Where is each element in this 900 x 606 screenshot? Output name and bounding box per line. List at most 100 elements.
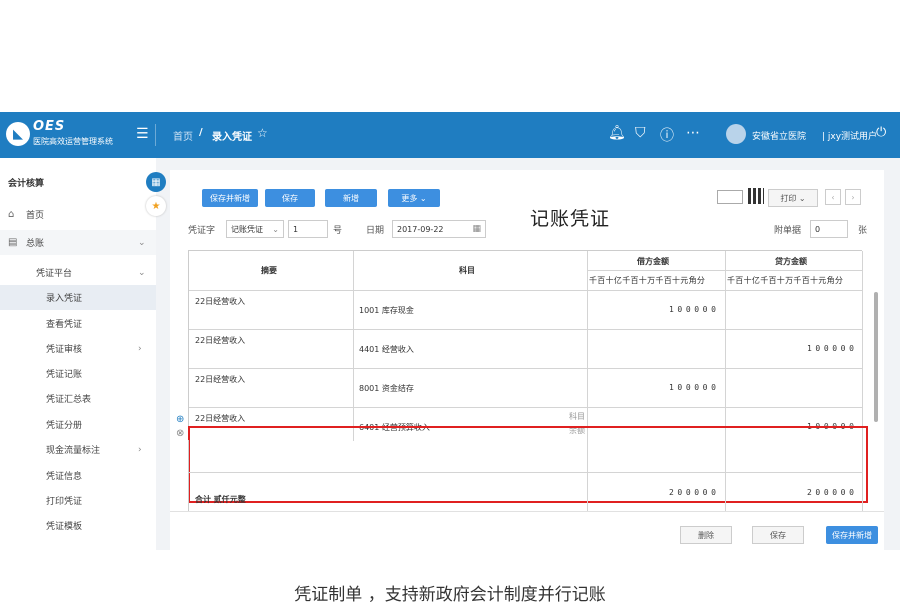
row2-summary[interactable]: 22日经营收入 — [195, 335, 245, 346]
chevron-right-icon: › — [138, 343, 142, 354]
sidebar-item-label: 现金流量标注 — [46, 446, 101, 456]
sidebar-item-label: 查看凭证 — [46, 320, 83, 330]
voucher-table-bottom: 合计 贰仟元整 200000 200000 — [188, 440, 863, 512]
logo-icon: ◣ — [6, 122, 30, 146]
print-button[interactable]: 打印 ⌄ — [768, 189, 818, 207]
prev-icon[interactable]: ‹ — [825, 189, 841, 205]
sidebar-item-label: 总账 — [26, 239, 45, 249]
sidebar-item-label: 打印凭证 — [46, 497, 83, 507]
keyboard-icon[interactable] — [717, 190, 743, 204]
breadcrumb-separator: / — [199, 127, 203, 138]
sidebar-item-view-voucher[interactable]: 查看凭证 — [0, 311, 156, 336]
user-name[interactable]: | jxy测试用户 — [822, 129, 877, 142]
col-summary-header: 摘要 — [261, 266, 277, 275]
layout-toggle-icon[interactable]: ▦ — [146, 172, 166, 192]
sidebar-item-cashflow[interactable]: 现金流量标注 › — [0, 437, 156, 462]
attach-count-input[interactable]: 0 — [810, 220, 848, 238]
total-credit: 200000 — [807, 488, 858, 497]
sidebar-item-voucher-info[interactable]: 凭证信息 — [0, 463, 156, 488]
sidebar-item-voucher-summary[interactable]: 凭证汇总表 — [0, 386, 156, 411]
sidebar-item-label: 凭证平台 — [36, 269, 73, 279]
sidebar-header: 会计核算 — [8, 179, 45, 189]
number-suffix: 号 — [333, 226, 343, 236]
sidebar-item-home[interactable]: ⌂ 首页 — [0, 202, 156, 227]
chevron-right-icon: › — [138, 444, 142, 455]
menu-toggle-icon[interactable]: ☰ — [136, 126, 149, 142]
org-selector[interactable]: 安徽省立医院 — [752, 129, 806, 142]
shirt-icon[interactable]: ⛉ — [635, 125, 646, 141]
sidebar-item-label: 凭证分册 — [46, 421, 83, 431]
chevron-down-icon: ⌄ — [138, 267, 146, 278]
chevron-down-icon: ⌄ — [272, 224, 279, 234]
attach-suffix: 张 — [858, 226, 868, 236]
next-icon[interactable]: › — [845, 189, 861, 205]
add-row-icon[interactable]: ⊕ — [176, 414, 184, 425]
row3-summary[interactable]: 22日经营收入 — [195, 374, 245, 385]
footer-divider — [170, 511, 884, 512]
breadcrumb-current: 录入凭证 — [212, 132, 252, 143]
qrcode-icon[interactable] — [748, 188, 764, 204]
sidebar-item-label: 凭证模板 — [46, 522, 83, 532]
voucher-number-input[interactable]: 1 — [288, 220, 328, 238]
date-label: 日期 — [366, 226, 385, 236]
power-icon[interactable]: ⏻ — [876, 125, 886, 140]
account-hint: 科目 — [569, 412, 585, 421]
voucher-type-select[interactable]: 记账凭证 ⌄ — [226, 220, 284, 238]
help-icon[interactable]: ⓘ — [660, 125, 674, 145]
voucher-type-value: 记账凭证 — [231, 224, 263, 234]
avatar[interactable] — [726, 124, 746, 144]
sidebar-item-voucher-book[interactable]: 凭证分册 — [0, 412, 156, 437]
footer-save-new-button[interactable]: 保存并新增 — [826, 526, 878, 544]
voucher-title: 记账凭证 — [530, 208, 611, 230]
sidebar-item-voucher-platform[interactable]: 凭证平台 ⌄ — [0, 260, 156, 285]
chevron-down-icon: ⌄ — [138, 237, 146, 248]
voucher-type-label: 凭证字 — [188, 226, 216, 236]
date-value: 2017-09-22 — [397, 224, 444, 234]
debit-units: 千百十亿千百十万千百十元角分 — [589, 276, 706, 285]
date-input[interactable]: 2017-09-22 ▦ — [392, 220, 486, 238]
sidebar-item-label: 凭证汇总表 — [46, 395, 92, 405]
total-debit: 200000 — [669, 488, 720, 497]
save-button[interactable]: 保存 — [265, 189, 315, 207]
caption: 凭证制单 ，支持新政府会计制度并行记账 — [294, 585, 606, 605]
row3-debit[interactable]: 100000 — [669, 383, 720, 392]
new-button[interactable]: 新增 — [325, 189, 377, 207]
total-label: 合计 贰仟元整 — [195, 495, 246, 504]
system-name: 医院高效运营管理系统 — [33, 137, 113, 146]
top-navbar: ◣ OES 医院高效运营管理系统 ☰ 首页 / 录入凭证 ☆ 🔔︎ ⛉ ⓘ ⋯ … — [0, 112, 900, 158]
footer-save-button[interactable]: 保存 — [752, 526, 804, 544]
message-icon[interactable]: ⋯ — [686, 125, 700, 141]
row2-credit[interactable]: 100000 — [807, 344, 858, 353]
col-credit-header: 贷方金额 — [775, 257, 807, 266]
more-button[interactable]: 更多 ⌄ — [388, 189, 440, 207]
scrollbar[interactable] — [874, 292, 878, 422]
row1-debit[interactable]: 100000 — [669, 305, 720, 314]
app-screen: ◣ OES 医院高效运营管理系统 ☰ 首页 / 录入凭证 ☆ 🔔︎ ⛉ ⓘ ⋯ … — [0, 112, 900, 550]
credit-units: 千百十亿千百十万千百十元角分 — [727, 276, 844, 285]
sidebar-item-audit-voucher[interactable]: 凭证审核 › — [0, 336, 156, 361]
sidebar-item-ledger[interactable]: ▤ 总账 ⌄ — [0, 230, 156, 255]
bell-icon[interactable]: 🔔︎ — [608, 125, 626, 141]
row2-account[interactable]: 4401 经营收入 — [359, 344, 414, 355]
row1-summary[interactable]: 22日经营收入 — [195, 296, 245, 307]
sidebar-item-voucher-template[interactable]: 凭证模板 — [0, 513, 156, 538]
sidebar: 会计核算 ▦ ★ ⌂ 首页 ▤ 总账 ⌄ 凭证平台 ⌄ 录入凭证 查看凭证 凭证… — [0, 158, 166, 550]
save-new-button[interactable]: 保存并新增 — [202, 189, 258, 207]
sidebar-item-label: 凭证审核 — [46, 345, 83, 355]
col-account-header: 科目 — [459, 266, 475, 275]
sidebar-item-print-voucher[interactable]: 打印凭证 — [0, 488, 156, 513]
sidebar-item-label: 凭证记账 — [46, 370, 83, 380]
voucher-table: 摘要 科目 借方金额 贷方金额 千百十亿千百十万千百十元角分 千百十亿千百十万千… — [188, 250, 863, 441]
row1-account[interactable]: 1001 库存现金 — [359, 305, 414, 316]
calendar-icon: ▦ — [472, 224, 481, 234]
delete-row-icon[interactable]: ⊗ — [176, 428, 184, 439]
attach-label: 附单据 — [774, 226, 802, 236]
sidebar-item-post-voucher[interactable]: 凭证记账 — [0, 361, 156, 386]
row3-account[interactable]: 8001 资金结存 — [359, 383, 414, 394]
row4-summary[interactable]: 22日经营收入 — [195, 413, 245, 424]
favorite-star-icon[interactable]: ☆ — [257, 126, 268, 140]
sidebar-item-enter-voucher[interactable]: 录入凭证 — [0, 285, 156, 310]
breadcrumb-home[interactable]: 首页 — [173, 128, 193, 143]
sidebar-item-label: 录入凭证 — [46, 294, 83, 304]
delete-button[interactable]: 删除 — [680, 526, 732, 544]
